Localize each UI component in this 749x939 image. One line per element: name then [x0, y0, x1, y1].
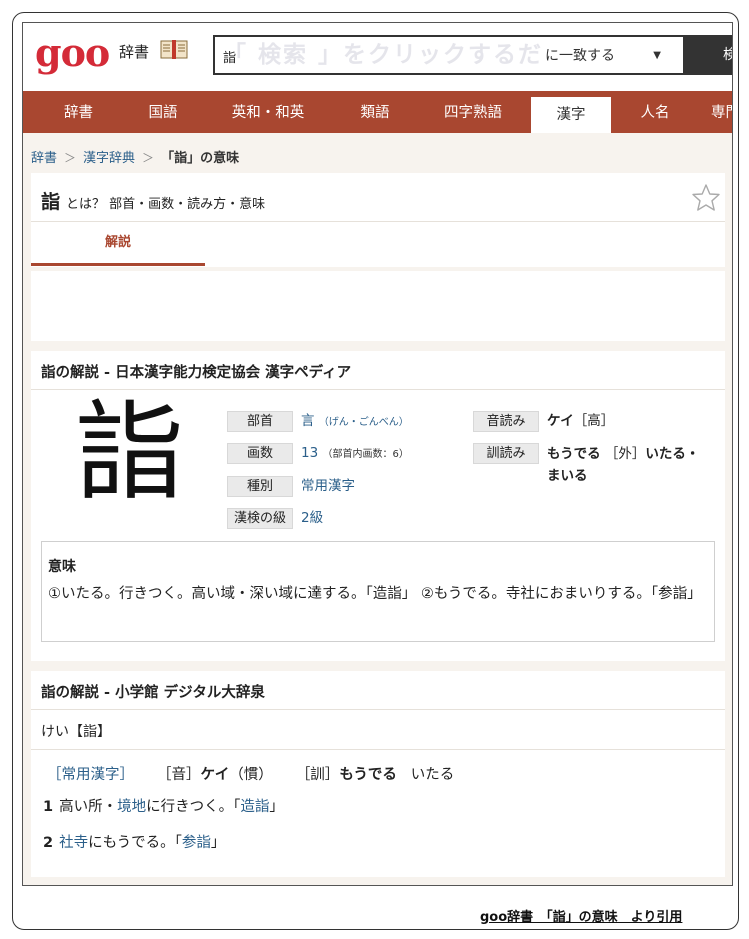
- kanjipedia-section: 詣の解説 - 日本漢字能力検定協会 漢字ペディア 詣 部首 言 （げん・ごんべん…: [31, 351, 725, 661]
- jouyou-link[interactable]: ［常用漢字］: [47, 767, 134, 783]
- match-mode-select[interactable]: に一致する ▼: [545, 45, 673, 67]
- kun-reading: もうでる: [339, 767, 397, 783]
- type-link[interactable]: 常用漢字: [301, 476, 355, 497]
- match-mode-label: に一致する: [545, 48, 615, 64]
- tab-kanji[interactable]: 漢字: [531, 97, 611, 133]
- breadcrumb-jisho[interactable]: 辞書: [31, 151, 57, 166]
- on-reading: ケイ: [200, 767, 230, 783]
- ad-space: [31, 271, 725, 341]
- breadcrumb: 辞書 ＞ 漢字辞典 ＞ 「詣」の意味: [31, 147, 239, 166]
- label-radical: 部首: [227, 411, 293, 432]
- label-type: 種別: [227, 476, 293, 497]
- label-kun-reading: 訓読み: [473, 443, 539, 464]
- breadcrumb-current: 「詣」の意味: [161, 151, 240, 166]
- on-reading-value: ケイ［高］: [547, 411, 614, 432]
- tab-kokugo[interactable]: 国語: [123, 95, 203, 133]
- search-button[interactable]: 検索: [685, 35, 732, 75]
- kanken-link[interactable]: 2級: [301, 508, 323, 529]
- caret-down-icon: ▼: [653, 50, 661, 61]
- tab-ruigo[interactable]: 類語: [335, 95, 415, 133]
- tab-senmon[interactable]: 専門用語: [711, 95, 732, 133]
- strokes-note: （部首内画数：6）: [322, 449, 409, 460]
- goo-logo[interactable]: goo: [35, 31, 110, 75]
- definition-link[interactable]: 境地: [117, 799, 146, 815]
- breadcrumb-kanji-jiten[interactable]: 漢字辞典: [83, 151, 135, 166]
- definition-text: 高い所・: [59, 799, 118, 815]
- section-title: 詣の解説 - 小学館 デジタル大辞泉: [41, 685, 265, 701]
- daijisen-section: 詣の解説 - 小学館 デジタル大辞泉 けい【詣】 ［常用漢字］ ［音］ケイ（慣）…: [31, 671, 725, 877]
- strokes-link[interactable]: 13: [301, 445, 318, 461]
- screenshot-frame: goo 辞書 「 検索 」をクリックするだけ に一致する ▼ 検索 辞書 国語 …: [22, 22, 733, 886]
- definition-link[interactable]: 社寺: [59, 835, 88, 851]
- meaning-box: 意味 ①いたる。行きつく。高い域・深い域に達する。「造詣」 ②もうでる。寺社にお…: [41, 541, 715, 642]
- search-input[interactable]: [223, 45, 523, 67]
- tab-eiwa[interactable]: 英和・和英: [213, 95, 323, 133]
- chevron-right-icon: ＞: [142, 151, 155, 165]
- definition-number: 1: [43, 799, 54, 815]
- search-box: 「 検索 」をクリックするだけ に一致する ▼: [213, 35, 685, 75]
- divider: [31, 709, 725, 710]
- kun-extra: いたる: [410, 767, 455, 783]
- tab-jisho[interactable]: 辞書: [31, 95, 126, 133]
- definition-text: にもうでる。「: [88, 835, 182, 851]
- kun-reading-3: まいる: [547, 468, 588, 484]
- entry-info-row: ［常用漢字］ ［音］ケイ（慣） ［訓］もうでる いたる: [47, 763, 454, 784]
- kanji-display: 詣: [74, 390, 183, 515]
- section-title: 詣の解説 - 日本漢字能力検定協会 漢字ペディア: [41, 365, 352, 381]
- on-note: （慣）: [229, 767, 273, 783]
- definition-item: 2 社寺にもうでる。「参詣」: [43, 831, 225, 852]
- tab-yojijukugo[interactable]: 四字熟語: [423, 95, 523, 133]
- radical-value: 言 （げん・ごんべん）: [301, 411, 409, 433]
- page-title: 詣とは？ 部首・画数・読み方・意味: [41, 187, 265, 214]
- definition-number: 2: [43, 835, 54, 851]
- kun-reading-2: いたる・: [645, 446, 700, 462]
- star-icon[interactable]: [691, 183, 721, 213]
- on-reading: ケイ: [547, 413, 574, 429]
- title-subtitle: とは？ 部首・画数・読み方・意味: [66, 197, 266, 212]
- label-kanken: 漢検の級: [227, 508, 293, 529]
- dictionary-label[interactable]: 辞書: [119, 41, 149, 62]
- divider: [31, 749, 725, 750]
- book-icon: [160, 40, 188, 59]
- radical-link[interactable]: 言: [301, 413, 315, 429]
- kun-label: ［訓］: [295, 767, 340, 783]
- definition-text: 」: [269, 799, 284, 815]
- meaning-heading: 意味: [48, 559, 76, 575]
- tab-jinmei[interactable]: 人名: [615, 95, 695, 133]
- entry-reading: けい【詣】: [41, 724, 111, 740]
- label-strokes: 画数: [227, 443, 293, 464]
- strokes-value: 13 （部首内画数：6）: [301, 443, 409, 465]
- radical-reading: （げん・ごんべん）: [318, 417, 409, 428]
- on-reading-note: ［高］: [573, 413, 615, 429]
- header: goo 辞書 「 検索 」をクリックするだけ に一致する ▼ 検索: [23, 23, 732, 91]
- tab-kaisetsu[interactable]: 解説: [31, 222, 205, 266]
- on-label: ［音］: [157, 767, 201, 783]
- definition-text: に行きつく。「: [146, 799, 241, 815]
- title-kanji: 詣: [41, 191, 61, 213]
- definition-text: 」: [210, 835, 226, 851]
- definition-link[interactable]: 造詣: [240, 799, 269, 815]
- kun-reading-note: ［外］: [604, 446, 646, 462]
- meaning-text: ①いたる。行きつく。高い域・深い域に達する。「造詣」 ②もうでる。寺社におまいり…: [48, 586, 702, 602]
- definition-link[interactable]: 参詣: [182, 835, 211, 851]
- label-on-reading: 音読み: [473, 411, 539, 432]
- definition-item: 1 高い所・境地に行きつく。「造詣」: [43, 795, 284, 816]
- title-card: 詣とは？ 部首・画数・読み方・意味 解説: [31, 173, 725, 267]
- kun-reading-value: もうでる ［外］いたる・ まいる: [547, 443, 699, 487]
- chevron-right-icon: ＞: [64, 151, 77, 165]
- category-nav: 辞書 国語 英和・和英 類語 四字熟語 漢字 人名 専門用語: [23, 91, 732, 133]
- citation-caption: goo辞書 「詣」の意味 より引用: [480, 910, 683, 925]
- kun-reading-1: もうでる: [547, 446, 601, 462]
